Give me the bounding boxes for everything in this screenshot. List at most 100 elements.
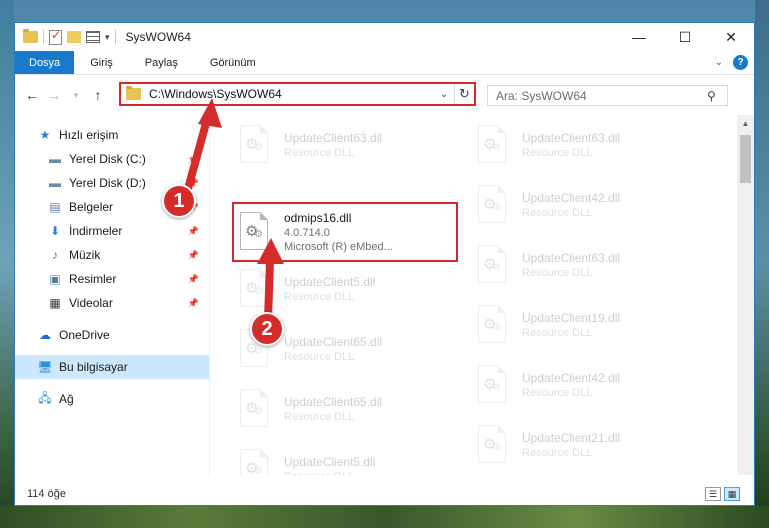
details-view-icon[interactable]: ☰ bbox=[705, 487, 721, 501]
help-icon[interactable]: ? bbox=[733, 55, 748, 70]
nav-onedrive[interactable]: ☁ OneDrive bbox=[15, 323, 209, 347]
forward-icon[interactable]: → bbox=[43, 87, 65, 103]
file-item[interactable]: ⚙ ⚙ UpdateClient63.dll Resource DLL bbox=[474, 239, 710, 291]
file-item[interactable]: ⚙ ⚙ UpdateClient21.dll Resource DLL bbox=[474, 419, 710, 471]
file-type: Resource DLL bbox=[522, 447, 593, 459]
desktop-background-right bbox=[755, 0, 769, 528]
dll-file-icon: ⚙ ⚙ bbox=[474, 423, 510, 467]
file-item[interactable]: ⚙ ⚙ UpdateClient63.dll Resource DLL bbox=[474, 119, 710, 171]
pin-icon[interactable]: 📌 bbox=[188, 274, 199, 285]
close-button[interactable]: ✕ bbox=[708, 23, 754, 51]
nav-label: Belgeler bbox=[69, 200, 114, 214]
pin-icon[interactable]: 📌 bbox=[188, 226, 199, 237]
dll-file-icon: ⚙ ⚙ bbox=[236, 387, 272, 431]
maximize-button[interactable]: ☐ bbox=[662, 23, 708, 51]
scroll-up-icon[interactable]: ▲ bbox=[737, 115, 754, 132]
videos-icon: ▦ bbox=[49, 296, 61, 310]
music-icon: ♪ bbox=[52, 248, 58, 262]
computer-icon: 🖥 bbox=[37, 360, 53, 374]
nav-this-pc[interactable]: 🖥 Bu bilgisayar bbox=[15, 355, 209, 379]
quick-access-toolbar: ▾ bbox=[15, 28, 116, 45]
file-item[interactable]: ⚙ ⚙ UpdateClient65.dll Resource DLL bbox=[236, 383, 472, 435]
properties-icon[interactable] bbox=[49, 28, 62, 45]
nav-label: Müzik bbox=[69, 248, 101, 262]
file-name: UpdateClient63.dll bbox=[284, 131, 383, 145]
dll-file-icon: ⚙ ⚙ bbox=[474, 183, 510, 227]
documents-icon: ▤ bbox=[49, 200, 61, 214]
file-item[interactable]: ⚙⚙ UpdateClient5.dll Resource DLL bbox=[236, 443, 472, 475]
tab-file[interactable]: Dosya bbox=[15, 51, 75, 74]
tab-share[interactable]: Paylaş bbox=[129, 51, 194, 74]
pin-icon[interactable]: 📌 bbox=[188, 250, 199, 261]
window-controls: — ☐ ✕ bbox=[616, 23, 754, 51]
ribbon-tabs: Dosya Giriş Paylaş Görünüm ⌄ ? bbox=[15, 51, 754, 75]
file-item[interactable]: ⚙ ⚙ UpdateClient63.dll Resource DLL bbox=[236, 119, 472, 171]
address-bar[interactable]: C:\Windows\SysWOW64 ⌄ ↻ bbox=[119, 82, 476, 106]
scrollbar-thumb[interactable] bbox=[740, 135, 751, 183]
nav-item-videos[interactable]: ▦ Videolar 📌 bbox=[15, 291, 209, 315]
customize-toolbar-icon[interactable]: ▾ bbox=[105, 32, 110, 43]
dll-file-icon: ⚙ ⚙ bbox=[474, 363, 510, 407]
address-path[interactable]: C:\Windows\SysWOW64 bbox=[149, 87, 440, 101]
tab-view[interactable]: Görünüm bbox=[194, 51, 272, 74]
main-area: ★ Hızlı erişim ▬ Yerel Disk (C:) 📌 ▬ Yer… bbox=[15, 115, 754, 475]
file-type: Resource DLL bbox=[522, 327, 593, 339]
nav-label: İndirmeler bbox=[69, 224, 123, 238]
dll-file-icon: ⚙ ⚙ bbox=[236, 267, 272, 311]
file-name: UpdateClient5.dll bbox=[284, 455, 376, 469]
nav-network[interactable]: 🖧 Ağ bbox=[15, 387, 209, 411]
nav-label: Yerel Disk (C:) bbox=[69, 152, 146, 166]
nav-quick-access[interactable]: ★ Hızlı erişim bbox=[15, 123, 209, 147]
file-type: Resource DLL bbox=[284, 291, 355, 303]
expand-ribbon-icon[interactable]: ⌄ bbox=[715, 57, 723, 68]
search-input[interactable]: Ara: SysWOW64 ⚲ bbox=[487, 85, 728, 106]
new-folder-icon[interactable] bbox=[67, 31, 81, 43]
file-type: Resource DLL bbox=[284, 471, 375, 475]
file-item[interactable]: ⚙⚙ UpdateClient5.dll Resource DLL bbox=[236, 263, 472, 315]
callout-1: 1 bbox=[162, 184, 196, 218]
tab-home[interactable]: Giriş bbox=[74, 51, 129, 74]
recent-locations-icon[interactable]: ▾ bbox=[65, 90, 87, 101]
nav-label: Videolar bbox=[69, 296, 113, 310]
minimize-button[interactable]: — bbox=[616, 23, 662, 51]
dll-file-icon: ⚙ ⚙ bbox=[474, 243, 510, 287]
address-dropdown-icon[interactable]: ⌄ bbox=[440, 89, 454, 100]
window-title: SysWOW64 bbox=[125, 30, 191, 44]
refresh-icon[interactable]: ↻ bbox=[454, 84, 474, 104]
status-bar: 114 öğe ☰ ▦ bbox=[15, 483, 754, 505]
item-count: 114 öğe bbox=[27, 488, 66, 500]
nav-label: OneDrive bbox=[59, 328, 110, 342]
up-icon[interactable]: ↑ bbox=[87, 87, 109, 103]
file-name: UpdateClient42.dll bbox=[522, 191, 621, 205]
file-name: UpdateClient65.dll bbox=[284, 395, 383, 409]
file-name: UpdateClient19.dll bbox=[522, 311, 621, 325]
nav-item-downloads[interactable]: ⬇ İndirmeler 📌 bbox=[15, 219, 209, 243]
star-icon: ★ bbox=[39, 128, 51, 142]
vertical-scrollbar[interactable]: ▲ bbox=[737, 115, 754, 475]
nav-label: Yerel Disk (D:) bbox=[69, 176, 146, 190]
file-item[interactable]: ⚙ ⚙ UpdateClient42.dll Resource DLL bbox=[474, 359, 710, 411]
toolbar-separator bbox=[114, 30, 116, 44]
file-item[interactable]: ⚙ ⚙ UpdateClient42.dll Resource DLL bbox=[474, 179, 710, 231]
nav-label: Ağ bbox=[59, 392, 74, 406]
nav-item-drive-c[interactable]: ▬ Yerel Disk (C:) 📌 bbox=[15, 147, 209, 171]
file-type: Resource DLL bbox=[522, 207, 593, 219]
back-icon[interactable]: ← bbox=[21, 87, 43, 103]
file-name: UpdateClient65.dll bbox=[284, 335, 383, 349]
tiles-view-icon[interactable]: ▦ bbox=[724, 487, 740, 501]
dll-file-icon: ⚙ ⚙ bbox=[236, 447, 272, 475]
pin-icon[interactable]: 📌 bbox=[188, 298, 199, 309]
nav-item-music[interactable]: ♪ Müzik 📌 bbox=[15, 243, 209, 267]
file-type: Resource DLL bbox=[284, 411, 355, 423]
file-item[interactable]: ⚙ ⚙ UpdateClient19.dll Resource DLL bbox=[474, 299, 710, 351]
search-icon[interactable]: ⚲ bbox=[707, 89, 727, 103]
file-name: UpdateClient5.dll bbox=[284, 275, 376, 289]
address-row: ← → ▾ ↑ C:\Windows\SysWOW64 ⌄ ↻ Ara: Sys… bbox=[15, 75, 754, 115]
nav-label: Resimler bbox=[69, 272, 117, 286]
pin-icon[interactable]: 📌 bbox=[188, 154, 199, 165]
view-icon[interactable] bbox=[86, 31, 100, 43]
nav-item-pictures[interactable]: ▣ Resimler 📌 bbox=[15, 267, 209, 291]
navigation-pane: ★ Hızlı erişim ▬ Yerel Disk (C:) 📌 ▬ Yer… bbox=[15, 115, 210, 475]
